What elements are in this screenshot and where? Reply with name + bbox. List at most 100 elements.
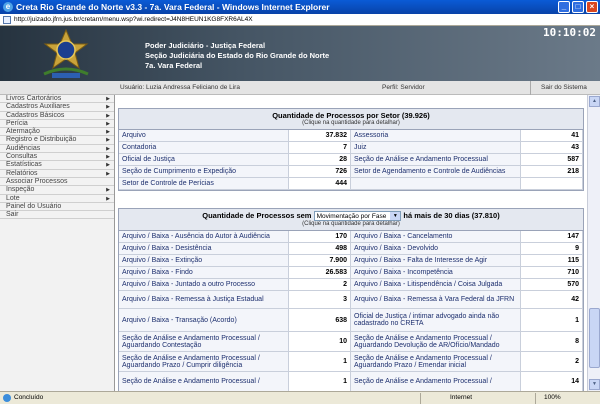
sidebar-item[interactable]: Atermação ▶	[0, 128, 114, 137]
count-value: 43	[571, 144, 579, 151]
banner-line-1: Poder Judiciário - Justiça Federal	[145, 41, 266, 50]
sidebar-item[interactable]: Perícia ▶	[0, 120, 114, 129]
label-text: Setor de Controle de Perícias	[122, 180, 214, 187]
close-button[interactable]: ×	[586, 1, 598, 13]
count-cell[interactable]: 710	[521, 267, 583, 280]
count-cell[interactable]: 1	[521, 309, 583, 333]
label-text: Seção de Análise e Andamento Processual …	[354, 334, 500, 349]
count-cell[interactable]: 37.832	[289, 130, 351, 142]
count-cell[interactable]: 115	[521, 255, 583, 268]
count-value: 218	[567, 168, 579, 175]
submenu-arrow-icon: ▶	[106, 120, 110, 127]
count-cell[interactable]: 10	[289, 332, 351, 353]
user-name: Usuário: Luzia Andressa Feliciano de Lir…	[120, 84, 240, 91]
count-cell[interactable]: 2	[521, 352, 583, 373]
done-icon	[3, 394, 11, 402]
count-value: 8	[575, 338, 579, 346]
minimize-button[interactable]: _	[558, 1, 570, 13]
label-text: Seção de Análise e Andamento Processual …	[354, 378, 492, 386]
sidebar-item-label: Cadastros Básicos	[6, 111, 65, 119]
submenu-arrow-icon: ▶	[106, 195, 110, 202]
browser-window: e Creta Rio Grande do Norte v3.3 - 7a. V…	[0, 0, 600, 404]
label-text: Arquivo / Baixa - Juntado a outro Proces…	[122, 281, 256, 289]
label-text: Assessoria	[354, 132, 389, 139]
count-cell[interactable]: 8	[521, 332, 583, 353]
count-value: 7	[343, 144, 347, 151]
sidebar-item-label: Cadastros Auxiliares	[6, 103, 70, 111]
sidebar-item-label: Audiências	[6, 144, 41, 152]
label-cell: Seção de Análise e Andamento Processual …	[119, 332, 289, 353]
count-cell[interactable]: 9	[521, 243, 583, 256]
label-text: Contadoria	[122, 144, 157, 151]
sidebar-item[interactable]: Lote ▶	[0, 195, 114, 203]
count-value: 570	[567, 281, 579, 289]
label-cell: Arquivo / Baixa - Incompetência	[351, 267, 521, 280]
count-cell[interactable]: 41	[521, 130, 583, 142]
sem-movimentacao-header: Quantidade de Processos sem Movimentação…	[119, 209, 583, 232]
sidebar-item[interactable]: Sair	[0, 211, 114, 220]
user-bar: Usuário: Luzia Andressa Feliciano de Lir…	[0, 81, 600, 95]
sidebar-item-label: Sair	[6, 211, 19, 219]
title-suffix: há mais de 30 dias (37.810)	[403, 211, 500, 220]
status-bar: Concluído Internet 100%	[0, 391, 600, 404]
count-cell[interactable]: 43	[521, 142, 583, 154]
sidebar-item[interactable]: Painel do Usuário	[0, 203, 114, 212]
sidebar-item[interactable]: Livros Cartorários ▶	[0, 95, 114, 104]
sidebar-item[interactable]: Registro e Distribuição ▶	[0, 136, 114, 145]
scroll-up-button[interactable]: ▲	[589, 96, 600, 107]
count-cell[interactable]: 14	[521, 372, 583, 391]
label-cell: Setor de Agendamento e Controle de Audiê…	[351, 166, 521, 178]
count-cell[interactable]: 26.583	[289, 267, 351, 280]
sidebar-item[interactable]: Audiências ▶	[0, 144, 114, 154]
label-cell: Seção de Análise e Andamento Processual	[351, 154, 521, 166]
count-cell[interactable]: 42	[521, 291, 583, 310]
count-cell[interactable]: 28	[289, 154, 351, 166]
count-cell[interactable]: 498	[289, 243, 351, 256]
count-cell[interactable]: 218	[521, 166, 583, 178]
count-cell[interactable]: 2	[289, 279, 351, 292]
label-text: Seção de Análise e Andamento Processual …	[354, 354, 492, 369]
scroll-thumb[interactable]	[589, 308, 600, 368]
count-value: 7.900	[329, 257, 347, 265]
count-cell[interactable]: 587	[521, 154, 583, 166]
count-cell[interactable]: 1	[289, 352, 351, 373]
submenu-arrow-icon: ▶	[106, 154, 110, 161]
sidebar-item[interactable]: Consultas ▶	[0, 153, 114, 162]
sidebar-item[interactable]: Relatórios ▶	[0, 170, 114, 178]
label-cell: Arquivo / Baixa - Transação (Acordo)	[119, 309, 289, 333]
zoom-level[interactable]: 100%	[544, 392, 561, 404]
sidebar-item[interactable]: Cadastros Básicos ▶	[0, 112, 114, 120]
count-value: 170	[335, 233, 347, 241]
label-text: Seção de Análise e Andamento Processual …	[122, 334, 260, 349]
count-value: 1	[575, 316, 579, 324]
logout-link[interactable]: Sair do Sistema	[530, 81, 600, 95]
count-cell[interactable]: 570	[521, 279, 583, 292]
sidebar-item[interactable]: Estatísticas ▶	[0, 161, 114, 170]
count-cell[interactable]: 7.900	[289, 255, 351, 268]
sidebar-item[interactable]: Associar Processos	[0, 178, 114, 187]
status-separator	[535, 393, 536, 404]
sidebar-item-label: Lote	[6, 194, 20, 202]
count-cell[interactable]: 638	[289, 309, 351, 333]
count-cell[interactable]: 726	[289, 166, 351, 178]
sem-movimentacao-title: Quantidade de Processos sem Movimentação…	[119, 209, 583, 222]
count-cell[interactable]: 7	[289, 142, 351, 154]
vertical-scrollbar[interactable]: ▲ ▼	[587, 95, 600, 391]
address-bar[interactable]: http://juizado.jfrn.jus.br/cretarn/menu.…	[0, 14, 600, 26]
count-cell[interactable]: 444	[289, 178, 351, 190]
count-cell[interactable]: 147	[521, 231, 583, 244]
label-text: Arquivo / Baixa - Litispendência / Coisa…	[354, 281, 503, 289]
chevron-down-icon: ▼	[390, 212, 401, 221]
sidebar-item[interactable]: Cadastros Auxiliares ▶	[0, 103, 114, 112]
count-cell[interactable]: 3	[289, 291, 351, 310]
sidebar-item-label: Estatísticas	[6, 161, 42, 169]
brazil-coat-of-arms-icon	[43, 28, 89, 78]
sidebar-item[interactable]: Inspeção ▶	[0, 186, 114, 195]
submenu-arrow-icon: ▶	[106, 187, 110, 194]
count-value: 41	[571, 132, 579, 139]
fase-select[interactable]: Movimentação por Fase ▼	[313, 211, 402, 222]
maximize-button[interactable]: □	[572, 1, 584, 13]
count-cell[interactable]: 170	[289, 231, 351, 244]
scroll-down-button[interactable]: ▼	[589, 379, 600, 390]
count-cell[interactable]: 1	[289, 372, 351, 391]
